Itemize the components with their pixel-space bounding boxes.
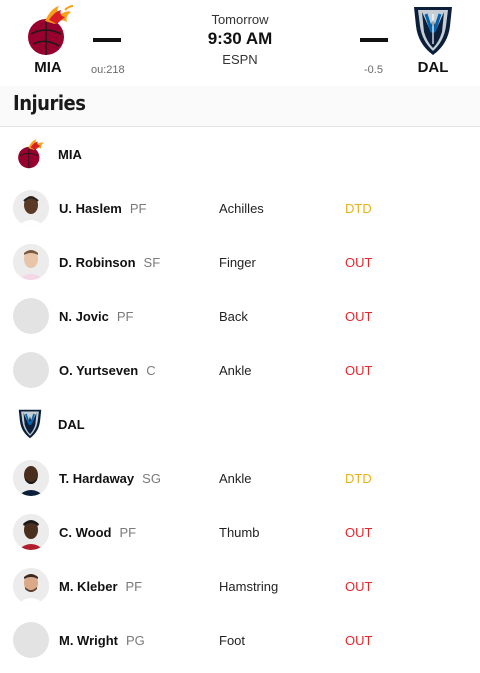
player-injury: Achilles: [219, 200, 264, 216]
player-position: SG: [142, 470, 161, 486]
player-position: PG: [125, 632, 145, 648]
player-injury: Ankle: [219, 362, 252, 378]
away-team-abbr: DAL: [417, 59, 449, 76]
player-avatar-placeholder: [13, 298, 49, 334]
player-name: C. Wood PF: [59, 524, 137, 540]
team-header-dal[interactable]: DAL: [0, 397, 480, 451]
player-position: PF: [116, 308, 134, 324]
player-status: DTD: [345, 200, 372, 216]
player-row[interactable]: C. Wood PF Thumb OUT: [0, 505, 480, 559]
dallas-mavericks-logo-icon: [18, 409, 42, 439]
away-team[interactable]: DAL: [403, 4, 463, 76]
player-name: O. Yurtseven C: [59, 362, 156, 378]
player-injury: Foot: [219, 632, 246, 648]
away-score-placeholder: [360, 38, 388, 42]
miami-heat-logo-icon: [18, 139, 44, 169]
injuries-title: Injuries: [0, 86, 480, 127]
player-avatar: [13, 244, 49, 280]
player-row[interactable]: M. Wright PG Foot OUT: [0, 613, 480, 667]
game-info: Tomorrow 9:30 AM ESPN: [140, 12, 340, 67]
player-avatar-placeholder: [13, 352, 49, 388]
team-name: MIA: [58, 146, 82, 162]
player-avatar-placeholder: [13, 622, 49, 658]
home-score-placeholder: [93, 38, 121, 42]
player-name: U. Haslem PF: [59, 200, 147, 216]
player-row[interactable]: N. Jovic PF Back OUT: [0, 289, 480, 343]
game-network: ESPN: [222, 52, 258, 67]
player-position: PF: [119, 524, 137, 540]
player-status: DTD: [345, 470, 372, 486]
player-row[interactable]: O. Yurtseven C Ankle OUT: [0, 343, 480, 397]
team-name: DAL: [58, 416, 85, 432]
player-status: OUT: [345, 524, 373, 540]
dallas-mavericks-logo-icon: [414, 7, 452, 55]
player-avatar: [13, 190, 49, 226]
player-injury: Thumb: [219, 524, 260, 540]
player-row[interactable]: D. Robinson SF Finger OUT: [0, 235, 480, 289]
player-injury: Finger: [219, 254, 256, 270]
team-header-mia[interactable]: MIA: [0, 127, 480, 181]
player-avatar: [13, 568, 49, 604]
player-position: C: [146, 362, 156, 378]
player-name: M. Kleber PF: [59, 578, 143, 594]
player-avatar: [13, 460, 49, 496]
player-row[interactable]: T. Hardaway SG Ankle DTD: [0, 451, 480, 505]
miami-heat-logo-icon: [28, 5, 74, 55]
player-position: PF: [125, 578, 143, 594]
player-name: T. Hardaway SG: [59, 470, 161, 486]
home-team[interactable]: MIA: [18, 4, 78, 76]
player-name: M. Wright PG: [59, 632, 145, 648]
player-status: OUT: [345, 308, 373, 324]
player-status: OUT: [345, 632, 373, 648]
player-position: PF: [129, 200, 147, 216]
player-injury: Ankle: [219, 470, 252, 486]
player-name: D. Robinson SF: [59, 254, 161, 270]
spread-odds: -0.5: [364, 64, 383, 76]
player-injury: Back: [219, 308, 248, 324]
game-header: MIA ou:218 Tomorrow 9:30 AM ESPN -0.5 DA…: [0, 0, 480, 86]
player-row[interactable]: U. Haslem PF Achilles DTD: [0, 181, 480, 235]
player-row[interactable]: M. Kleber PF Hamstring OUT: [0, 559, 480, 613]
player-avatar: [13, 514, 49, 550]
home-team-abbr: MIA: [34, 59, 62, 76]
player-name: N. Jovic PF: [59, 308, 134, 324]
player-injury: Hamstring: [219, 578, 279, 594]
player-status: OUT: [345, 578, 373, 594]
game-time: 9:30 AM: [207, 29, 273, 48]
injury-list: MIA U. Haslem PF Achilles DTD D. Robinson…: [0, 127, 480, 667]
over-under-odds: ou:218: [91, 64, 125, 76]
player-position: SF: [143, 254, 161, 270]
player-status: OUT: [345, 254, 373, 270]
game-day: Tomorrow: [211, 12, 269, 27]
player-status: OUT: [345, 362, 373, 378]
